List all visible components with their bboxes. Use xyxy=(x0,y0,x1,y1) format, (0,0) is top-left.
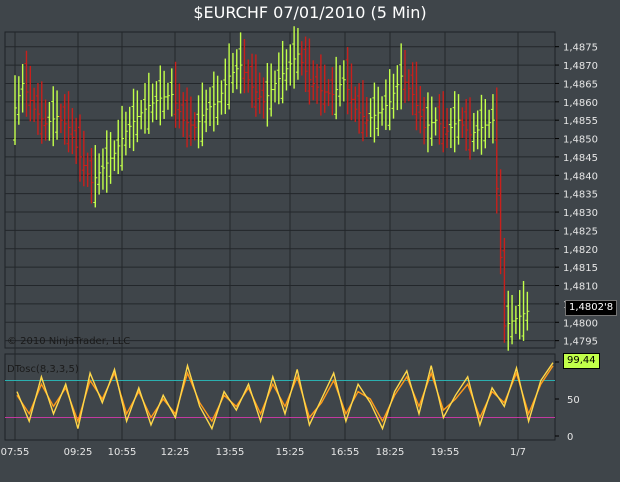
copyright-label: © 2010 NinjaTrader, LLC xyxy=(7,336,131,347)
price-tick-label: 1,4810 xyxy=(563,282,598,293)
price-tick-label: 1,4820 xyxy=(563,245,598,256)
osc-line-fast xyxy=(16,362,554,431)
indicator-label: DTosc(8,3,3,5) xyxy=(7,364,79,375)
price-panel xyxy=(4,31,556,349)
price-tick-label: 1,4800 xyxy=(563,318,598,329)
time-tick-label: 18:25 xyxy=(376,447,405,458)
price-tick-label: 1,4835 xyxy=(563,190,598,201)
osc-tick-label: 0 xyxy=(567,432,573,443)
price-tick-label: 1,4870 xyxy=(563,61,598,72)
price-tick-label: 1,4825 xyxy=(563,226,598,237)
price-tick-label: 1,4875 xyxy=(563,43,598,54)
price-tick-label: 1,4795 xyxy=(563,337,598,348)
time-tick-label: 12:25 xyxy=(161,447,190,458)
price-tick-label: 1,4855 xyxy=(563,116,598,127)
price-tick-label: 1,4850 xyxy=(563,135,598,146)
time-tick-label: 07:55 xyxy=(1,447,30,458)
time-tick-label: 09:25 xyxy=(64,447,93,458)
price-tick-label: 1,4865 xyxy=(563,79,598,90)
time-tick-label: 10:55 xyxy=(108,447,137,458)
time-tick-label: 1/7 xyxy=(510,447,526,458)
price-tick-label: 1,4830 xyxy=(563,208,598,219)
time-tick-label: 16:55 xyxy=(331,447,360,458)
chart-window: $EURCHF 07/01/2010 (5 Min) 07:55 09:25 10:… xyxy=(0,0,620,482)
osc-tick-label: 50 xyxy=(567,395,580,406)
price-tick-label: 1,4860 xyxy=(563,98,598,109)
price-tick-label: 1,4845 xyxy=(563,153,598,164)
chart-canvas[interactable]: 07:55 09:25 10:55 12:25 13:55 15:25 16:55 18:25… xyxy=(0,0,620,482)
price-tick-label: 1,4840 xyxy=(563,171,598,182)
time-tick-label: 19:55 xyxy=(431,447,460,458)
osc-value-badge: 99,44 xyxy=(563,353,600,369)
price-tick-label: 1,4815 xyxy=(563,263,598,274)
last-price-badge: 1,4802'8 xyxy=(565,300,618,316)
time-tick-label: 15:25 xyxy=(276,447,305,458)
time-tick-label: 13:55 xyxy=(216,447,245,458)
